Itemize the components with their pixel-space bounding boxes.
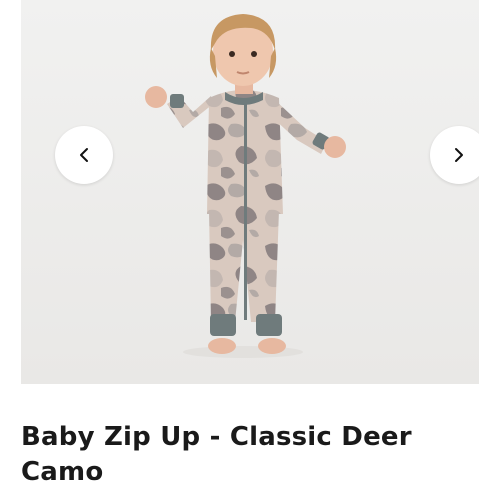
product-image-gallery	[21, 0, 479, 384]
previous-image-button[interactable]	[55, 126, 113, 184]
chevron-right-icon	[453, 147, 465, 163]
product-title: Baby Zip Up - Classic Deer Camo	[21, 422, 412, 487]
product-photo	[21, 0, 479, 384]
product-page: Baby Zip Up - Classic Deer Camo	[0, 0, 500, 500]
next-image-button[interactable]	[430, 126, 479, 184]
chevron-left-icon	[78, 147, 90, 163]
